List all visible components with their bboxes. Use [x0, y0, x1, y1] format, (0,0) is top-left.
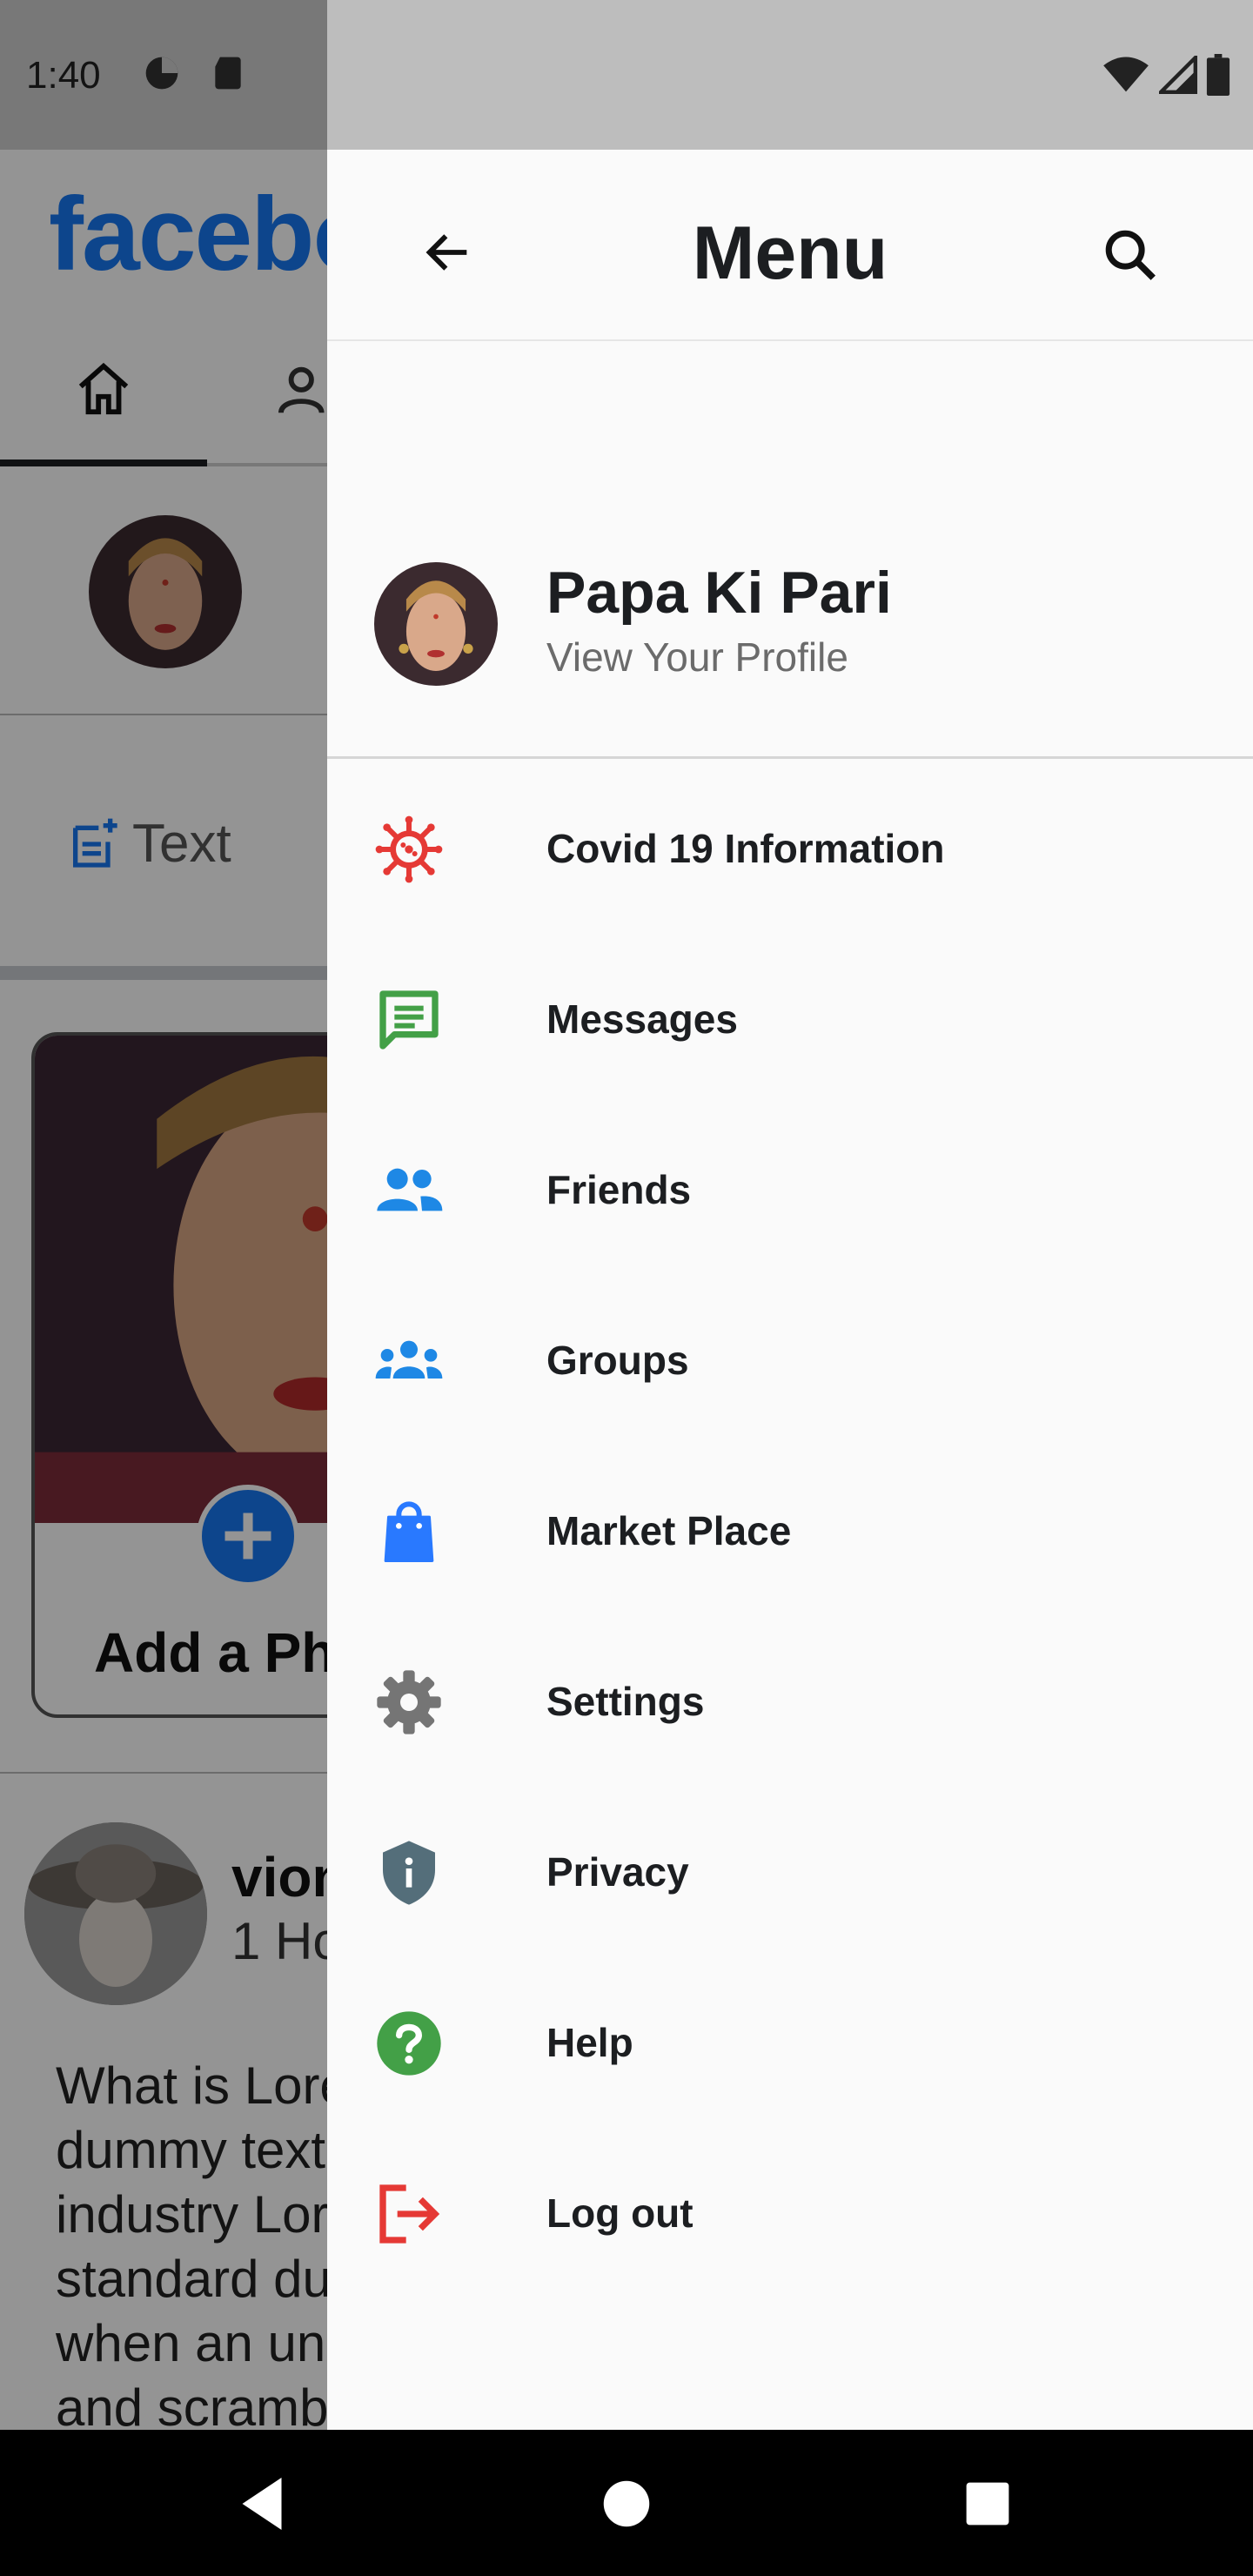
virus-icon [375, 815, 443, 883]
menu-item-friends[interactable]: Friends [327, 1100, 1253, 1271]
menu-item-label: Market Place [546, 1508, 792, 1553]
wifi-icon [1103, 57, 1149, 92]
nav-back-icon[interactable] [223, 2465, 301, 2543]
menu-item-label: Groups [546, 1338, 689, 1383]
logout-icon [379, 2184, 440, 2244]
menu-item-label: Privacy [546, 1849, 689, 1895]
navigation-drawer: Menu Papa Ki Pari View Your Profile Covi… [327, 0, 1253, 2430]
menu-item-messages[interactable]: Messages [327, 929, 1253, 1100]
profile-section[interactable]: Papa Ki Pari View Your Profile [327, 341, 1253, 759]
menu-item-help[interactable]: Help [327, 1953, 1253, 2123]
menu-item-label: Log out [546, 2190, 694, 2236]
battery-icon [1206, 54, 1230, 96]
friends-icon [377, 1168, 443, 1211]
system-navigation-bar [0, 2430, 1253, 2576]
menu-item-privacy[interactable]: Privacy [327, 1782, 1253, 1953]
menu-item-covid[interactable]: Covid 19 Information [327, 759, 1253, 929]
menu-item-label: Messages [546, 996, 738, 1042]
menu-item-label: Friends [546, 1167, 692, 1212]
menu-item-settings[interactable]: Settings [327, 1612, 1253, 1782]
help-icon [377, 2011, 441, 2076]
menu-item-label: Help [546, 2020, 633, 2065]
menu-item-groups[interactable]: Groups [327, 1271, 1253, 1441]
search-icon[interactable] [1100, 225, 1161, 285]
gear-icon [377, 1670, 441, 1734]
shopping-bag-icon [384, 1501, 434, 1562]
profile-name[interactable]: Papa Ki Pari [546, 559, 892, 627]
menu-item-marketplace[interactable]: Market Place [327, 1441, 1253, 1612]
view-profile-link[interactable]: View Your Profile [546, 634, 848, 681]
drawer-header: Menu [327, 150, 1253, 341]
nav-home-icon[interactable] [587, 2465, 666, 2543]
drawer-status-bar [327, 0, 1253, 150]
groups-icon [375, 1340, 443, 1379]
nav-recents-icon[interactable] [948, 2465, 1027, 2543]
message-icon [379, 990, 439, 1050]
menu-item-label: Settings [546, 1679, 705, 1724]
profile-avatar[interactable] [374, 562, 498, 686]
signal-icon [1159, 56, 1197, 94]
shield-icon [383, 1841, 435, 1905]
menu-item-logout[interactable]: Log out [327, 2123, 1253, 2294]
menu-item-label: Covid 19 Information [546, 826, 945, 871]
